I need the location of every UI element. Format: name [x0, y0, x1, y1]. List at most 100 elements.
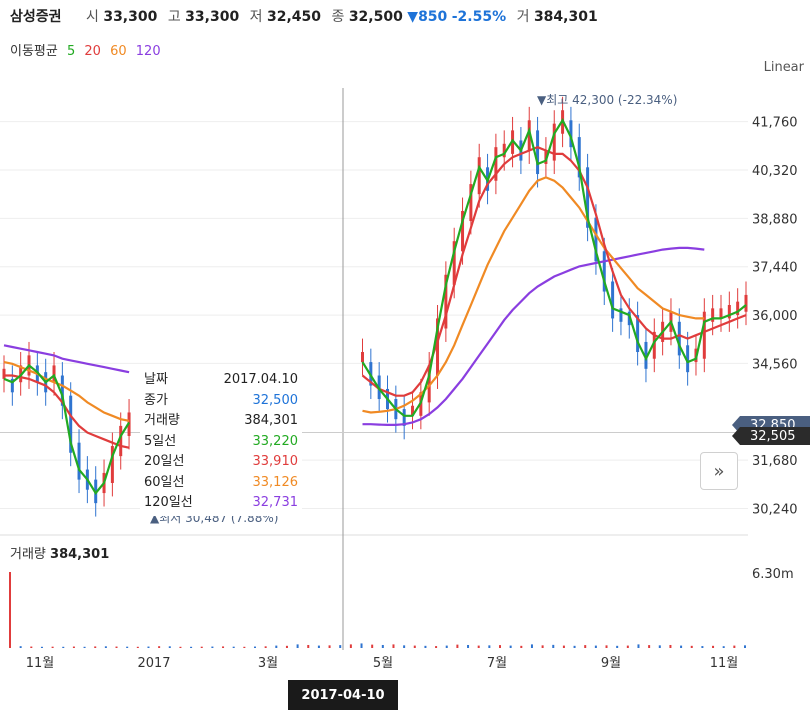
volume-bar [626, 645, 629, 648]
volume-bar [594, 645, 597, 648]
volume-bar [722, 646, 725, 648]
price-tick-label: 41,760 [752, 116, 798, 131]
volume-bar [371, 644, 374, 648]
volume-bar [456, 644, 459, 648]
candle-body [611, 281, 615, 319]
price-tick-label: 37,440 [752, 261, 798, 276]
volume-bar [360, 643, 363, 648]
volume-bar [573, 645, 576, 648]
volume-bar [520, 645, 523, 648]
expand-chart-button[interactable]: » [700, 452, 738, 490]
volume-bar [488, 645, 491, 648]
volume-bar [733, 645, 736, 648]
volume-bar [477, 645, 480, 648]
volume-bar [541, 645, 544, 648]
volume-bar [328, 645, 331, 648]
volume-bar [40, 646, 43, 648]
volume-bar [62, 646, 65, 648]
volume-bar [317, 645, 320, 648]
date-tick-label: 2017 [137, 656, 170, 671]
volume-bar [158, 646, 161, 648]
volume-bar [126, 646, 129, 648]
tooltip-row-date: 날짜 2017.04.10 [144, 372, 298, 387]
crosshair-date-label: 2017-04-10 [288, 680, 398, 710]
tooltip-row-ma20: 20일선 33,910 [144, 454, 298, 469]
date-tick-label: 11월 [26, 656, 55, 671]
volume-bar [499, 645, 501, 648]
volume-bar [200, 646, 203, 648]
tooltip-row-volume: 거래량 384,301 [144, 413, 298, 428]
date-tick-label: 7월 [487, 656, 507, 671]
volume-bar [584, 645, 587, 648]
volume-bar [712, 645, 715, 648]
volume-bar [552, 644, 555, 648]
data-tooltip: 날짜 2017.04.10 종가 32,500 거래량 384,301 5일선 33,2… [140, 368, 302, 516]
volume-bar [403, 645, 406, 648]
date-axis: 11월 2017 3월 5월 7월 9월 11월 [26, 656, 739, 671]
volume-bar [339, 645, 342, 648]
date-tick-label: 9월 [601, 656, 621, 671]
volume-bar [435, 646, 438, 648]
volume-bar [168, 646, 171, 648]
volume-bar [136, 646, 139, 648]
volume-bar [222, 646, 225, 648]
volume-panel-value: 384,301 [50, 547, 110, 562]
volume-bar [690, 645, 693, 648]
volume-bar [744, 645, 746, 648]
price-tick-label: 36,000 [752, 309, 798, 324]
date-tick-label: 3월 [258, 656, 278, 671]
ma5-line [3, 118, 747, 495]
volume-bar [9, 572, 11, 648]
volume-bar [637, 644, 640, 648]
tooltip-row-ma120: 120일선 32,731 [144, 495, 298, 510]
price-chart[interactable]: 30,240 31,680 34,560 36,000 37,440 38,880 40,3… [0, 0, 810, 711]
volume-bar [115, 646, 118, 648]
tooltip-row-close: 종가 32,500 [144, 392, 298, 408]
price-tick-label: 31,680 [752, 454, 798, 469]
volume-bar [530, 644, 533, 648]
volume-bar [445, 645, 448, 648]
ma20-line [4, 146, 747, 449]
volume-bar [254, 646, 256, 648]
volume-bar [562, 645, 565, 648]
tooltip-row-ma60: 60일선 33,126 [144, 474, 298, 490]
candle-body [552, 123, 556, 161]
candle-body [2, 368, 6, 379]
ma120-line [3, 246, 705, 426]
moving-average-lines [3, 118, 747, 495]
volume-bar [349, 644, 352, 648]
date-tick-label: 5월 [373, 656, 393, 671]
volume-bar [467, 644, 470, 648]
volume-bar [616, 645, 619, 648]
candle-body [77, 442, 81, 480]
volume-bars: 6.30m [9, 567, 794, 648]
candle-body [536, 130, 540, 175]
price-tick-label: 38,880 [752, 212, 798, 227]
double-chevron-right-icon: » [713, 460, 725, 482]
tooltip-row-ma5: 5일선 33,220 [144, 433, 298, 449]
volume-bar [392, 644, 395, 648]
volume-bar [94, 646, 97, 648]
volume-bar [509, 645, 512, 648]
volume-bar [190, 646, 193, 648]
volume-bar [51, 646, 54, 648]
price-tick-label: 34,560 [752, 357, 798, 372]
cursor-price-tag: 32,505 [732, 427, 810, 445]
volume-bar [147, 646, 150, 648]
volume-bar [275, 645, 278, 648]
price-axis: 30,240 31,680 34,560 36,000 37,440 38,880 40,3… [752, 116, 798, 518]
volume-bar [669, 644, 672, 648]
volume-bar [232, 646, 235, 648]
price-tick-label: 40,320 [752, 164, 798, 179]
volume-bar [648, 645, 651, 648]
volume-bar [19, 646, 22, 648]
volume-bar [264, 646, 267, 648]
volume-bar [680, 645, 683, 648]
high-annotation: ▼최고 42,300 (-22.34%) [537, 93, 677, 107]
date-tick-label: 11월 [710, 656, 739, 671]
volume-bar [243, 646, 246, 648]
volume-bar [658, 645, 661, 648]
volume-bar [424, 645, 427, 648]
candle-body [677, 321, 681, 356]
volume-bar [307, 644, 310, 648]
